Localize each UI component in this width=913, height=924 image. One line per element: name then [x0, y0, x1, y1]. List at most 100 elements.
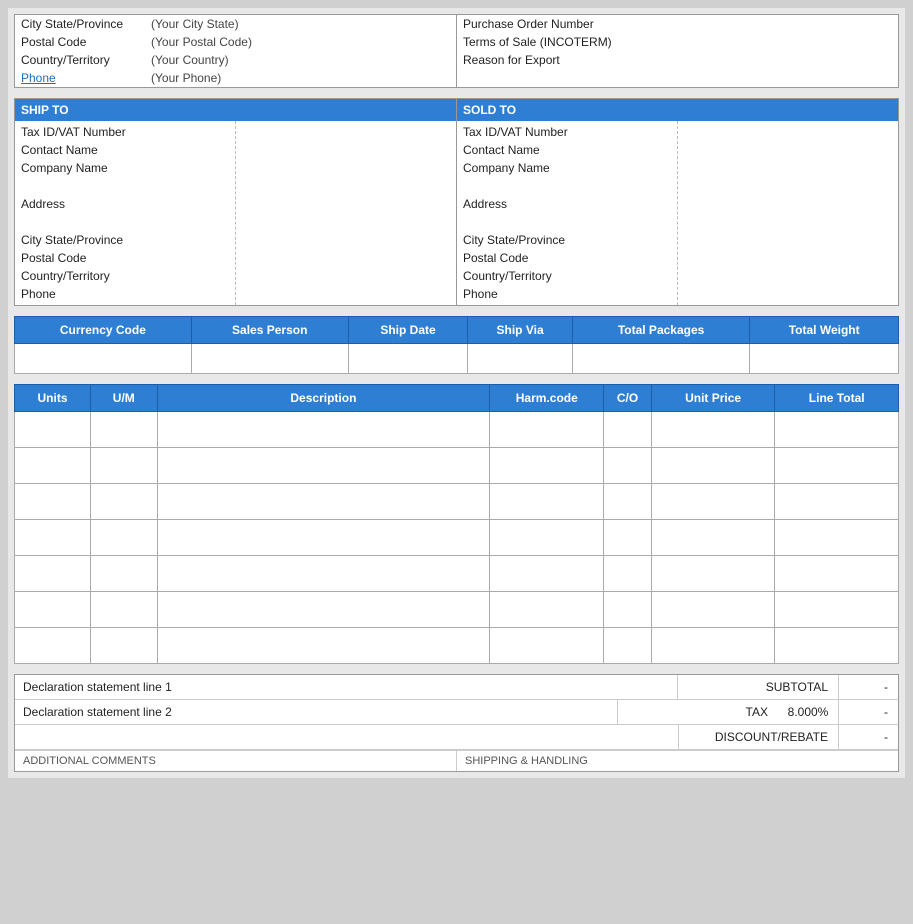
sold-country-val	[684, 267, 892, 285]
units-cell-5[interactable]	[15, 556, 91, 592]
currency-code-cell[interactable]	[15, 344, 192, 374]
sold-company: Company Name	[463, 159, 671, 177]
page: City State/Province (Your City State) Po…	[8, 8, 905, 778]
sold-address: Address	[463, 195, 671, 213]
discount-label: DISCOUNT/REBATE	[678, 725, 838, 749]
units-cell-2[interactable]	[15, 448, 91, 484]
sales-person-cell[interactable]	[191, 344, 348, 374]
units-cell-1[interactable]	[15, 412, 91, 448]
discount-value: -	[838, 725, 898, 749]
ship-blank2-val	[242, 213, 450, 231]
total-weight-cell[interactable]	[750, 344, 899, 374]
desc-cell-7[interactable]	[157, 628, 490, 664]
po-number-label: Purchase Order Number	[463, 17, 594, 31]
subtotal-row: Declaration statement line 1 SUBTOTAL -	[15, 675, 898, 700]
co-cell-1[interactable]	[604, 412, 652, 448]
co-cell-5[interactable]	[604, 556, 652, 592]
ship-company: Company Name	[21, 159, 229, 177]
harmcode-cell-1[interactable]	[490, 412, 604, 448]
sold-blank1	[463, 177, 671, 195]
harmcode-cell-4[interactable]	[490, 520, 604, 556]
harmcode-cell-5[interactable]	[490, 556, 604, 592]
units-cell-6[interactable]	[15, 592, 91, 628]
ship-blank1-val	[242, 177, 450, 195]
ship-date-cell[interactable]	[348, 344, 468, 374]
harmcode-cell-7[interactable]	[490, 628, 604, 664]
currency-code-col: Currency Code	[15, 317, 192, 344]
ship-blank1	[21, 177, 229, 195]
discount-row: DISCOUNT/REBATE -	[15, 725, 898, 750]
ship-via-cell[interactable]	[468, 344, 572, 374]
subtotal-right: SUBTOTAL -	[677, 675, 898, 699]
unitprice-cell-7[interactable]	[651, 628, 775, 664]
unitprice-cell-4[interactable]	[651, 520, 775, 556]
desc-cell-3[interactable]	[157, 484, 490, 520]
sold-company-val	[684, 159, 892, 177]
desc-cell-6[interactable]	[157, 592, 490, 628]
linetotal-cell-5[interactable]	[775, 556, 899, 592]
declaration-line1: Declaration statement line 1	[15, 675, 677, 699]
table-row	[15, 628, 899, 664]
tax-label: TAX	[618, 700, 778, 724]
sold-postal-val	[684, 249, 892, 267]
linetotal-cell-6[interactable]	[775, 592, 899, 628]
unitprice-cell-3[interactable]	[651, 484, 775, 520]
shipping-info-table: Currency Code Sales Person Ship Date Shi…	[14, 316, 899, 374]
unitprice-cell-2[interactable]	[651, 448, 775, 484]
total-packages-cell[interactable]	[572, 344, 750, 374]
desc-cell-1[interactable]	[157, 412, 490, 448]
harmcode-cell-3[interactable]	[490, 484, 604, 520]
tax-value: -	[838, 700, 898, 724]
bottom-hint-left: ADDITIONAL COMMENTS	[15, 751, 457, 771]
description-col: Description	[157, 385, 490, 412]
country-value: (Your Country)	[151, 53, 229, 67]
harmcode-cell-6[interactable]	[490, 592, 604, 628]
linetotal-cell-3[interactable]	[775, 484, 899, 520]
total-packages-col: Total Packages	[572, 317, 750, 344]
sold-to-header: SOLD TO	[457, 99, 898, 121]
um-cell-5[interactable]	[91, 556, 158, 592]
ship-to-values	[235, 121, 456, 305]
phone-link[interactable]: Phone	[21, 71, 151, 85]
desc-cell-2[interactable]	[157, 448, 490, 484]
units-cell-7[interactable]	[15, 628, 91, 664]
sold-tax-id: Tax ID/VAT Number	[463, 123, 671, 141]
co-cell-6[interactable]	[604, 592, 652, 628]
tax-row: Declaration statement line 2 TAX 8.000% …	[15, 700, 898, 725]
desc-cell-4[interactable]	[157, 520, 490, 556]
sold-phone: Phone	[463, 285, 671, 303]
um-cell-7[interactable]	[91, 628, 158, 664]
desc-cell-5[interactable]	[157, 556, 490, 592]
sold-blank1-val	[684, 177, 892, 195]
linetotal-cell-2[interactable]	[775, 448, 899, 484]
co-cell-7[interactable]	[604, 628, 652, 664]
ship-contact: Contact Name	[21, 141, 229, 159]
linetotal-cell-4[interactable]	[775, 520, 899, 556]
unitprice-cell-6[interactable]	[651, 592, 775, 628]
ship-date-col: Ship Date	[348, 317, 468, 344]
units-cell-4[interactable]	[15, 520, 91, 556]
um-cell-3[interactable]	[91, 484, 158, 520]
table-row	[15, 484, 899, 520]
sold-address-val	[684, 195, 892, 213]
sold-city-state-val	[684, 231, 892, 249]
ship-sold-section: SHIP TO Tax ID/VAT Number Contact Name C…	[14, 98, 899, 306]
ship-blank2	[21, 213, 229, 231]
linetotal-cell-1[interactable]	[775, 412, 899, 448]
table-row	[15, 556, 899, 592]
co-cell-2[interactable]	[604, 448, 652, 484]
po-number-row: Purchase Order Number	[457, 15, 898, 33]
linetotal-cell-7[interactable]	[775, 628, 899, 664]
um-cell-1[interactable]	[91, 412, 158, 448]
unitprice-cell-1[interactable]	[651, 412, 775, 448]
sold-blank2-val	[684, 213, 892, 231]
units-cell-3[interactable]	[15, 484, 91, 520]
um-cell-2[interactable]	[91, 448, 158, 484]
um-cell-4[interactable]	[91, 520, 158, 556]
ship-address-val	[242, 195, 450, 213]
harmcode-cell-2[interactable]	[490, 448, 604, 484]
unitprice-cell-5[interactable]	[651, 556, 775, 592]
co-cell-4[interactable]	[604, 520, 652, 556]
co-cell-3[interactable]	[604, 484, 652, 520]
um-cell-6[interactable]	[91, 592, 158, 628]
